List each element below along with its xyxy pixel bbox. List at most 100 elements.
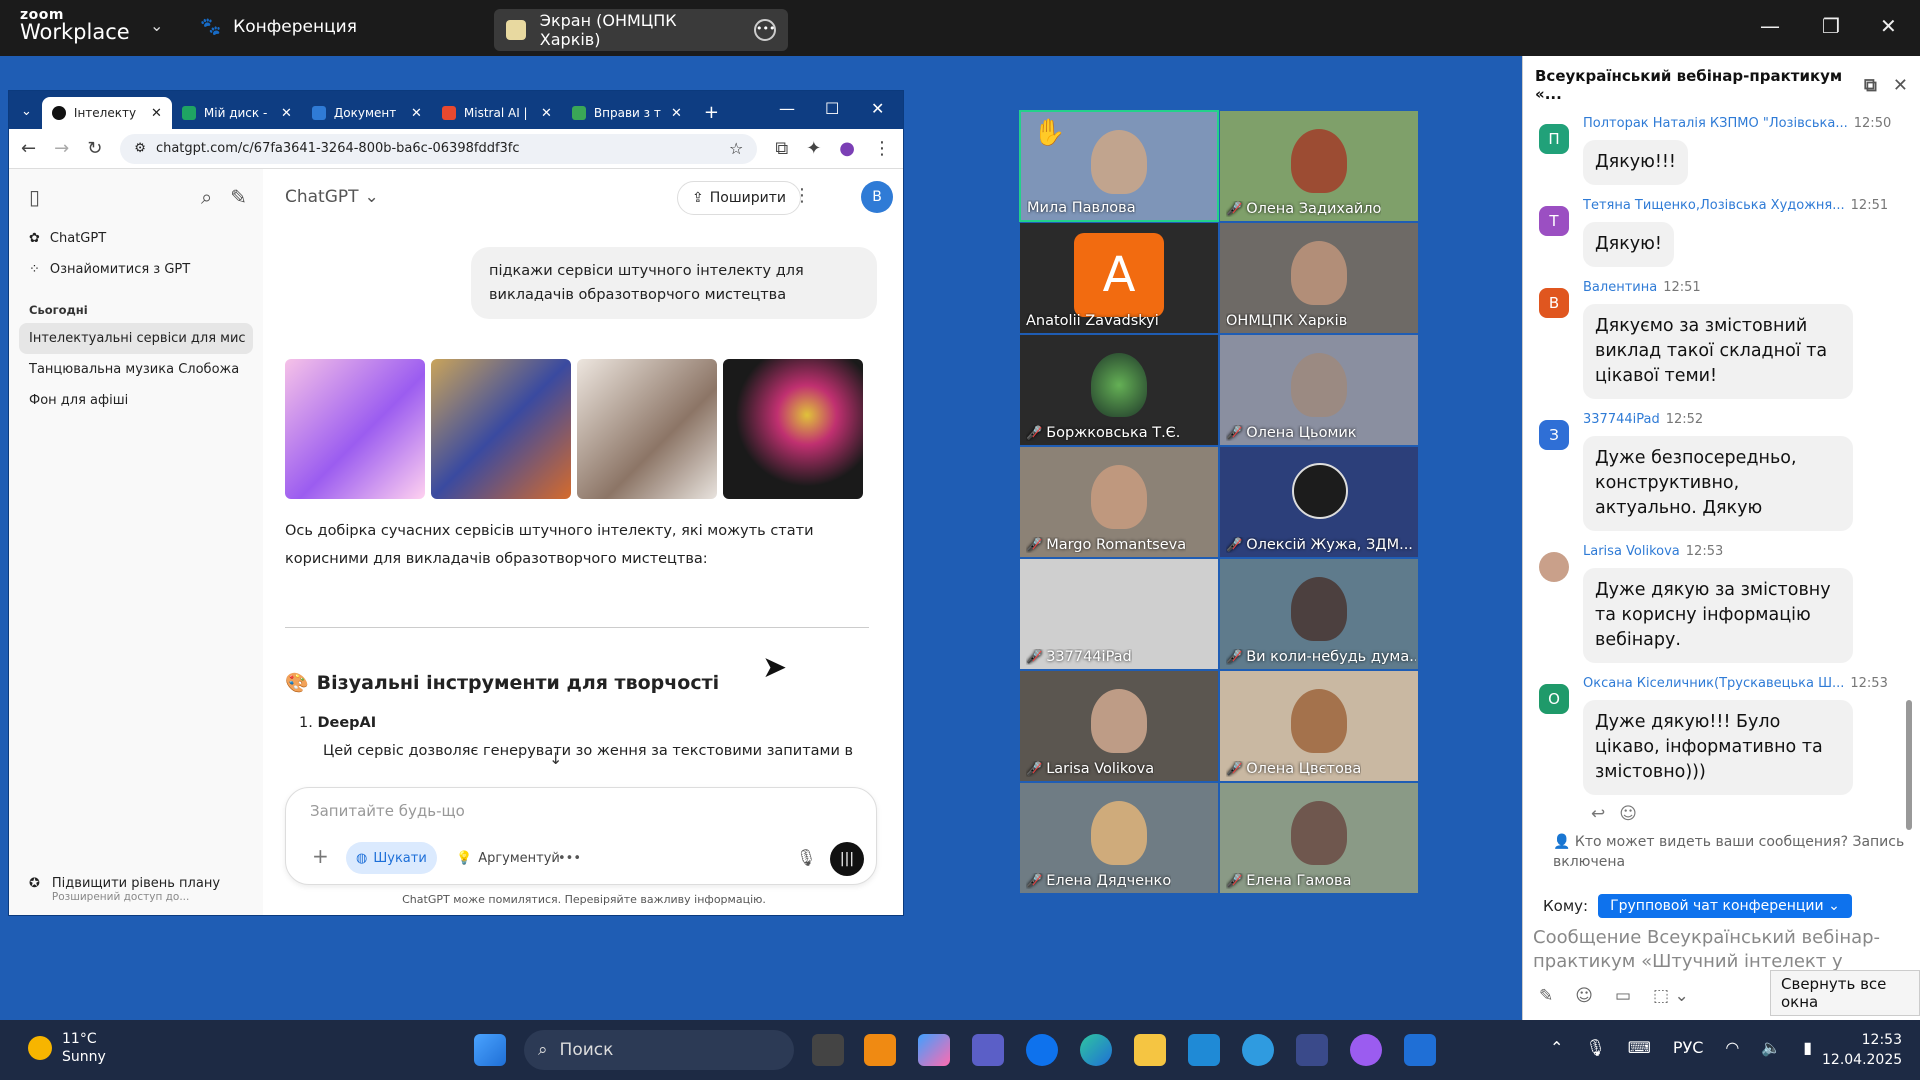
maximize-icon[interactable]: ☐	[825, 99, 839, 118]
chevron-down-icon[interactable]: ⌄	[150, 16, 163, 35]
clock[interactable]: 12:53 12.04.2025	[1822, 1030, 1902, 1070]
battery-icon[interactable]: ▮	[1803, 1038, 1812, 1057]
participant-tile[interactable]: 🎤̸ Елена Гамова	[1219, 782, 1419, 894]
puzzle-icon[interactable]: ✦	[806, 138, 821, 159]
tab-exercises[interactable]: Вправи з т ✕	[562, 97, 692, 129]
chat-history-item[interactable]: Фон для афіші	[9, 385, 263, 416]
microphone-icon[interactable]: 🎙	[1585, 1038, 1605, 1057]
microphone-icon[interactable]: 🎙	[796, 848, 816, 867]
who-can-see-notice[interactable]: 👤 Кто может видеть ваши сообщения? Запис…	[1553, 832, 1913, 872]
participant-tile[interactable]: 🎤̸ Олена Цвєтова	[1219, 670, 1419, 782]
close-tab-icon[interactable]: ✕	[411, 106, 422, 121]
upgrade-plan-button[interactable]: ✪ Підвищити рівень плану Розширений дост…	[29, 876, 220, 903]
sidebar-item-chatgpt[interactable]: ✿ ChatGPT	[9, 223, 263, 254]
avatar[interactable]: B	[861, 181, 893, 213]
file-icon[interactable]: ▭	[1615, 986, 1631, 1006]
app-icon[interactable]	[1296, 1034, 1328, 1066]
participant-tile[interactable]: ✋ Мила Павлова	[1019, 110, 1219, 222]
participant-tile[interactable]: 🎤̸ 337744iPad	[1019, 558, 1219, 670]
result-image[interactable]	[577, 359, 717, 499]
search-icon[interactable]: ⌕	[201, 185, 212, 209]
myhp-icon[interactable]	[1188, 1034, 1220, 1066]
participant-tile[interactable]: 🎤̸ Боржковська Т.Є.	[1019, 334, 1219, 446]
close-icon[interactable]: ✕	[1893, 75, 1908, 96]
message-composer[interactable]: Запитайте будь-що + ◍ Шукати 💡 Аргументу…	[285, 787, 877, 885]
participant-tile[interactable]: 🎤̸ Ви коли-небудь дума...	[1219, 558, 1419, 670]
url-field[interactable]: ⚙ chatgpt.com/c/67fa3641-3264-800b-ba6c-…	[120, 133, 758, 164]
menu-dots-icon[interactable]: ⋮	[873, 138, 891, 159]
close-tab-icon[interactable]: ✕	[151, 106, 162, 121]
participant-tile[interactable]: 🎤̸ Олексій Жужа, ЗДМ...	[1219, 446, 1419, 558]
result-image[interactable]	[285, 359, 425, 499]
voice-mode-icon[interactable]: |||	[830, 842, 864, 876]
chat-history-item[interactable]: Інтелектуальні сервіси для мис	[19, 323, 253, 354]
participant-tile[interactable]: A Anatolii Zavadskyi	[1019, 222, 1219, 334]
result-image[interactable]	[431, 359, 571, 499]
more-tools-icon[interactable]: •••	[548, 842, 591, 874]
site-info-icon[interactable]: ⚙	[134, 141, 146, 156]
recipient-dropdown[interactable]: Групповой чат конференции ⌄	[1598, 894, 1852, 918]
more-options-icon[interactable]: •••	[754, 19, 776, 41]
file-explorer-icon[interactable]	[1134, 1034, 1166, 1066]
participant-tile[interactable]: 🎤̸ Елена Дядченко	[1019, 782, 1219, 894]
conference-button[interactable]: 🐾 Конференция	[200, 17, 357, 37]
format-icon[interactable]: ✎	[1539, 986, 1553, 1006]
bookmark-star-icon[interactable]: ☆	[729, 139, 743, 158]
reply-icon[interactable]: ↩	[1591, 804, 1605, 824]
composer-input[interactable]: Запитайте будь-що	[310, 802, 465, 820]
assistant-icon[interactable]	[1350, 1034, 1382, 1066]
new-tab-icon[interactable]: +	[704, 102, 719, 123]
chat-scrollbar[interactable]	[1906, 700, 1912, 830]
emoji-icon[interactable]: ☺	[1575, 986, 1593, 1006]
extension-icon[interactable]: ⧉	[775, 138, 788, 159]
vlc-icon[interactable]	[864, 1034, 896, 1066]
chat-history-item[interactable]: Танцювальна музика Слобожа	[9, 354, 263, 385]
tab-docs[interactable]: Документ ✕	[302, 97, 432, 129]
new-chat-icon[interactable]: ✎	[230, 185, 247, 209]
share-button[interactable]: ⇪ Поширити	[677, 181, 801, 215]
more-options-icon[interactable]: ⋮	[793, 185, 811, 206]
keyboard-icon[interactable]: ⌨	[1628, 1038, 1651, 1057]
restore-icon[interactable]: ❐	[1822, 14, 1840, 38]
tab-drive[interactable]: Мій диск - ✕	[172, 97, 302, 129]
chevron-up-icon[interactable]: ⌃	[1550, 1038, 1563, 1057]
participant-tile[interactable]: 🎤̸ Олена Задихайло	[1219, 110, 1419, 222]
zoom-icon[interactable]	[1026, 1034, 1058, 1066]
screen-share-pill[interactable]: Экран (ОНМЦПК Харків) •••	[494, 9, 788, 51]
language-indicator[interactable]: РУС	[1673, 1038, 1704, 1057]
copilot-icon[interactable]	[918, 1034, 950, 1066]
wifi-icon[interactable]: ◠	[1725, 1038, 1739, 1057]
store-icon[interactable]	[1404, 1034, 1436, 1066]
close-tab-icon[interactable]: ✕	[671, 106, 682, 121]
back-icon[interactable]: ←	[21, 138, 36, 159]
edge-icon[interactable]	[1080, 1034, 1112, 1066]
scroll-down-icon[interactable]: ↓	[549, 749, 562, 768]
attach-icon[interactable]: +	[312, 844, 329, 868]
search-toggle[interactable]: ◍ Шукати	[346, 842, 437, 874]
speaker-icon[interactable]: 🔈	[1761, 1038, 1781, 1057]
task-view-icon[interactable]	[812, 1034, 844, 1066]
forward-icon[interactable]: →	[54, 138, 69, 159]
participant-tile[interactable]: 🎤̸ Олена Цьомик	[1219, 334, 1419, 446]
profile-icon[interactable]: ●	[839, 138, 855, 159]
participant-tile[interactable]: 🎤̸ Larisa Volikova	[1019, 670, 1219, 782]
close-tab-icon[interactable]: ✕	[281, 106, 292, 121]
participant-tile[interactable]: ОНМЦПК Харків	[1219, 222, 1419, 334]
help-icon[interactable]	[1242, 1034, 1274, 1066]
minimize-icon[interactable]: —	[1760, 14, 1780, 38]
sidebar-item-explore-gpts[interactable]: ⁘ Ознайомитися з GPT	[9, 254, 263, 285]
close-icon[interactable]: ✕	[871, 99, 884, 118]
taskbar-search[interactable]: ⌕ Поиск	[524, 1030, 794, 1070]
chat-message-input[interactable]: Сообщение Всеукраїнський вебінар-практик…	[1533, 926, 1913, 974]
emoji-reaction-icon[interactable]: ☺	[1619, 804, 1637, 824]
weather-widget[interactable]: 11°C Sunny	[28, 1030, 106, 1066]
screenshot-icon[interactable]: ⬚ ⌄	[1653, 986, 1689, 1006]
result-image[interactable]	[723, 359, 863, 499]
close-tab-icon[interactable]: ✕	[541, 106, 552, 121]
minimize-icon[interactable]: —	[779, 99, 795, 118]
participant-tile[interactable]: 🎤̸ Margo Romantseva	[1019, 446, 1219, 558]
reload-icon[interactable]: ↻	[87, 138, 102, 159]
tab-mistral[interactable]: Mistral AI | ✕	[432, 97, 562, 129]
tab-list-icon[interactable]: ⌄	[21, 104, 32, 119]
tab-chatgpt[interactable]: Інтелекту ✕	[41, 97, 172, 129]
